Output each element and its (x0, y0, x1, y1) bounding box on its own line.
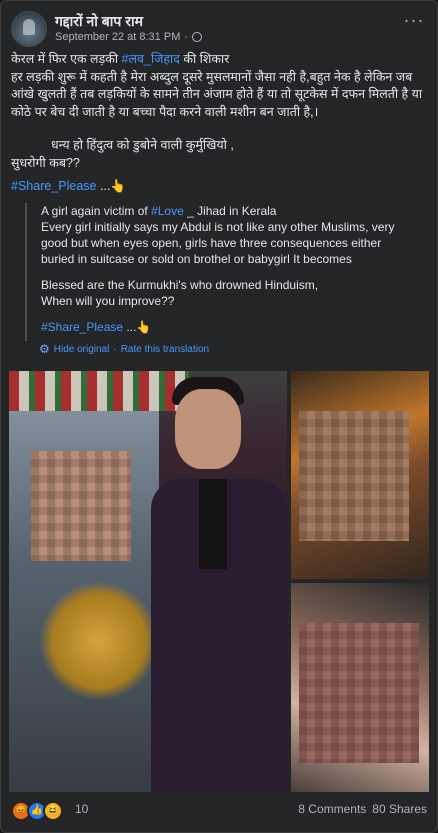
blurred-photo-top[interactable] (291, 371, 429, 579)
translation-share-please-link[interactable]: #Share_Please (41, 320, 123, 334)
engagement-stats: 8 Comments 80 Shares (298, 802, 427, 816)
hide-original-link[interactable]: Hide original (54, 344, 110, 355)
page-avatar[interactable] (11, 11, 47, 47)
love-hashtag-link[interactable]: #Love (151, 204, 184, 218)
shares-count[interactable]: 80 Shares (372, 802, 427, 816)
translation-line-4: When will you improve?? (41, 294, 175, 308)
post-footer: 😡 👍 😆 10 8 Comments 80 Shares (11, 799, 427, 821)
haha-reaction-icon: 😆 (43, 801, 63, 821)
groom-shirt (199, 479, 227, 569)
meta-separator: · (184, 31, 189, 43)
translation-footer: ⚙ Hide original · Rate this translation (39, 342, 209, 356)
post-line-1: केरल में फिर एक लड़की #लव_जिहाद की शिकार (11, 51, 425, 69)
page-name[interactable]: गद्दारों नो बाप राम (55, 12, 143, 31)
post-body: केरल में फिर एक लड़की #लव_जिहाद की शिकार… (11, 51, 425, 196)
post-card: गद्दारों नो बाप राम September 22 at 8:31… (0, 0, 438, 833)
groom-face (175, 389, 241, 469)
translation-block: A girl again victim of #Love _ Jihad in … (25, 203, 417, 341)
post-line-1-post: की शिकार (179, 52, 230, 66)
comments-count[interactable]: 8 Comments (298, 802, 366, 816)
translation-hashtag-line: #Share_Please ...👆 (41, 319, 417, 335)
translation-line-1-pre: A girl again victim of (41, 204, 152, 218)
translation-line-2: Every girl initially says my Abdul is no… (41, 220, 395, 266)
wedding-photo[interactable] (9, 371, 287, 792)
post-meta: September 22 at 8:31 PM · (55, 31, 203, 43)
translation-dot: · (113, 343, 117, 355)
translation-line-1-post: _ Jihad in Kerala (183, 204, 277, 218)
post-header: गद्दारों नो बाप राम September 22 at 8:31… (11, 11, 427, 47)
translation-hashtag-suffix: ...👆 (123, 320, 152, 334)
post-line-3b: सुधरोगी कब?? (11, 155, 80, 170)
post-timestamp[interactable]: September 22 at 8:31 PM (55, 31, 180, 43)
blurred-face (31, 451, 131, 561)
blurred-photo-bottom[interactable] (291, 583, 429, 792)
gear-icon: ⚙ (39, 342, 50, 356)
translation-line-1: A girl again victim of #Love _ Jihad in … (41, 203, 417, 219)
reaction-icons[interactable]: 😡 👍 😆 (11, 801, 63, 821)
reaction-count[interactable]: 10 (75, 802, 88, 816)
blurred-face (299, 411, 409, 541)
globe-icon (192, 32, 203, 42)
post-hashtag-line: #Share_Please ...👆 (11, 178, 425, 196)
rate-translation-link[interactable]: Rate this translation (121, 344, 209, 355)
post-line-3a: धन्य हो हिंदुत्व को डुबोने वाली कुर्मुखि… (51, 138, 234, 152)
post-line-1-pre: केरल में फिर एक लड़की (11, 52, 122, 66)
love-jihad-hashtag-link[interactable]: #लव_जिहाद (122, 52, 180, 66)
blurred-face (299, 623, 419, 763)
translation-line-3: Blessed are the Kurmukhi's who drowned H… (41, 278, 319, 292)
hashtag-suffix: ...👆 (96, 179, 126, 193)
more-options-icon[interactable]: ··· (401, 11, 427, 33)
photo-grid (9, 371, 429, 792)
flower-decoration (9, 371, 189, 411)
post-line-2: हर लड़की शुरू में कहती है मेरा अब्दुल दू… (11, 69, 423, 119)
share-please-hashtag-link[interactable]: #Share_Please (11, 179, 96, 193)
gold-jewellery (39, 581, 159, 701)
